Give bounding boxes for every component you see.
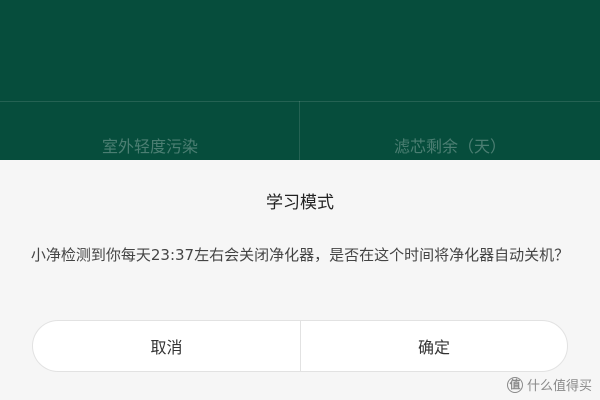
app-screen: 室外轻度污染 滤芯剩余（天） 学习模式 小净检测到你每天23:37左右会关闭净化… — [0, 0, 600, 400]
cancel-button[interactable]: 取消 — [32, 320, 300, 372]
learning-mode-dialog: 学习模式 小净检测到你每天23:37左右会关闭净化器，是否在这个时间将净化器自动… — [0, 160, 600, 400]
confirm-button[interactable]: 确定 — [300, 320, 568, 372]
filter-remaining-label: 滤芯剩余（天） — [393, 137, 506, 156]
watermark: 值 什么值得买 — [506, 375, 592, 394]
watermark-logo-icon: 值 — [506, 376, 523, 393]
button-divider — [300, 320, 301, 372]
outdoor-pollution-label: 室外轻度污染 — [101, 137, 198, 156]
dialog-title: 学习模式 — [266, 193, 334, 213]
dialog-message: 小净检测到你每天23:37左右会关闭净化器，是否在这个时间将净化器自动关机？ — [30, 246, 570, 264]
background-divider-horizontal — [0, 101, 600, 102]
watermark-text: 什么值得买 — [526, 379, 592, 394]
